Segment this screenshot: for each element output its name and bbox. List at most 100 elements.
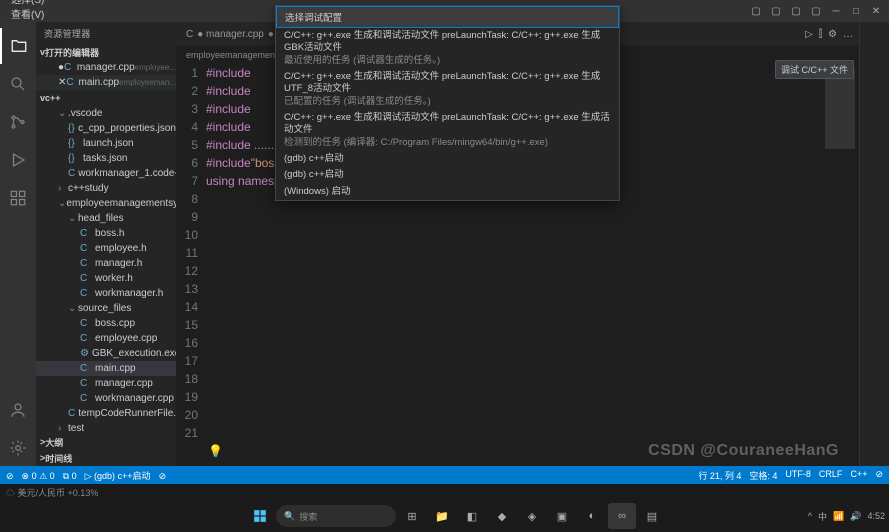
- file-item[interactable]: Cmanager.h: [36, 256, 176, 271]
- status-item[interactable]: ⧉ 0: [63, 471, 77, 481]
- layout-right-icon[interactable]: ▢: [789, 4, 803, 18]
- open-editors-header[interactable]: v 打开的编辑器: [36, 44, 176, 60]
- vscode-app-icon[interactable]: ∞: [608, 503, 636, 529]
- folder-item[interactable]: ›c++study: [36, 181, 176, 196]
- status-item[interactable]: CRLF: [819, 469, 843, 482]
- gear-icon[interactable]: [0, 430, 36, 466]
- file-item[interactable]: {}c_cpp_properties.json: [36, 121, 176, 136]
- workspace-root[interactable]: v c++: [36, 90, 176, 106]
- file-item[interactable]: Cworkmanager.cpp: [36, 391, 176, 406]
- file-item[interactable]: {}tasks.json: [36, 151, 176, 166]
- picker-option[interactable]: (Windows) 启动: [276, 184, 619, 200]
- min-icon[interactable]: ─: [829, 4, 843, 18]
- app-icon[interactable]: ◆: [488, 503, 516, 529]
- code-line[interactable]: [206, 298, 859, 316]
- minimap[interactable]: [819, 64, 859, 466]
- scm-icon[interactable]: [0, 104, 36, 140]
- search-icon[interactable]: [0, 66, 36, 102]
- picker-option[interactable]: C/C++: g++.exe 生成和调试活动文件 preLaunchTask: …: [276, 69, 619, 110]
- code-line[interactable]: [206, 262, 859, 280]
- wifi-icon[interactable]: 📶: [833, 511, 844, 522]
- task-view-icon[interactable]: ⊞: [398, 503, 426, 529]
- debug-icon[interactable]: [0, 142, 36, 178]
- app-icon[interactable]: ▤: [638, 503, 666, 529]
- split-icon[interactable]: ⫿: [819, 29, 822, 40]
- folder-item[interactable]: ›test: [36, 421, 176, 434]
- app-icon[interactable]: ◐: [578, 503, 606, 529]
- outline-section[interactable]: > 大纲: [36, 434, 176, 450]
- code-line[interactable]: [206, 406, 859, 424]
- status-item[interactable]: 空格: 4: [749, 469, 777, 482]
- gear-icon[interactable]: ⚙: [828, 29, 837, 40]
- account-icon[interactable]: [0, 392, 36, 428]
- file-item[interactable]: Cboss.cpp: [36, 316, 176, 331]
- file-item[interactable]: ⚙GBK_execution.exe: [36, 346, 176, 361]
- extensions-icon[interactable]: [0, 180, 36, 216]
- picker-option[interactable]: C/C++: g++.exe 生成和调试活动文件 preLaunchTask: …: [276, 28, 619, 69]
- file-item[interactable]: Cmain.cpp: [36, 361, 176, 376]
- code-line[interactable]: [206, 244, 859, 262]
- folder-item[interactable]: ⌄employeemanagementsystem: [36, 196, 176, 211]
- file-item[interactable]: Cemployee.cpp: [36, 331, 176, 346]
- file-item[interactable]: CtempCodeRunnerFile.cpp: [36, 406, 176, 421]
- weather-widget[interactable]: ☁ 美元/人民币 +0.13%: [6, 486, 98, 499]
- file-item[interactable]: {}launch.json: [36, 136, 176, 151]
- tray-chevron-icon[interactable]: ^: [808, 511, 812, 521]
- file-item[interactable]: Cworkmanager_1.code-work...: [36, 166, 176, 181]
- status-item[interactable]: C++: [850, 469, 867, 482]
- system-tray[interactable]: ^ 中 📶 🔊 4:52: [808, 510, 885, 523]
- max-icon[interactable]: □: [849, 4, 863, 18]
- customize-icon[interactable]: ▢: [809, 4, 823, 18]
- editor-tab[interactable]: C ● manager.cpp ●: [176, 22, 285, 46]
- open-editor-item[interactable]: ● Cmanager.cpp employee...: [36, 60, 176, 75]
- file-item[interactable]: Cmanager.cpp: [36, 376, 176, 391]
- folder-item[interactable]: ⌄source_files: [36, 301, 176, 316]
- status-item[interactable]: ⊘: [875, 469, 883, 482]
- file-item[interactable]: Cworker.h: [36, 271, 176, 286]
- open-editor-item[interactable]: ✕ Cmain.cpp employeeman...: [36, 75, 176, 90]
- explorer-app-icon[interactable]: 📁: [428, 503, 456, 529]
- clock[interactable]: 4:52: [867, 511, 885, 521]
- picker-option[interactable]: C/C++: g++.exe 生成和调试活动文件 preLaunchTask: …: [276, 110, 619, 151]
- app-icon[interactable]: ▣: [548, 503, 576, 529]
- taskbar-search[interactable]: 🔍 搜索: [276, 505, 396, 527]
- file-item[interactable]: Cemployee.h: [36, 241, 176, 256]
- status-item[interactable]: 行 21, 列 4: [698, 469, 741, 482]
- status-item[interactable]: ⊘: [159, 471, 167, 481]
- lightbulb-icon[interactable]: 💡: [208, 442, 223, 460]
- code-line[interactable]: [206, 352, 859, 370]
- volume-icon[interactable]: 🔊: [850, 511, 861, 522]
- code-line[interactable]: [206, 316, 859, 334]
- file-item[interactable]: Cboss.h: [36, 226, 176, 241]
- more-icon[interactable]: …: [843, 29, 853, 40]
- file-item[interactable]: Cworkmanager.h: [36, 286, 176, 301]
- app-icon[interactable]: ◈: [518, 503, 546, 529]
- code-line[interactable]: [206, 388, 859, 406]
- close-icon[interactable]: ✕: [869, 4, 883, 18]
- folder-item[interactable]: ⌄.vscode: [36, 106, 176, 121]
- explorer-icon[interactable]: [0, 28, 36, 64]
- picker-option[interactable]: (gdb) c++启动: [276, 151, 619, 167]
- status-item[interactable]: ▷ (gdb) c++启动: [85, 471, 151, 481]
- code-line[interactable]: [206, 208, 859, 226]
- app-icon[interactable]: ◧: [458, 503, 486, 529]
- run-icon[interactable]: ▷: [805, 29, 813, 40]
- code-line[interactable]: [206, 424, 859, 442]
- code-line[interactable]: [206, 280, 859, 298]
- code-line[interactable]: [206, 334, 859, 352]
- status-item[interactable]: ⊗ 0 ⚠ 0: [22, 471, 55, 481]
- timeline-section[interactable]: > 时间线: [36, 450, 176, 466]
- menu-item[interactable]: 查看(V): [6, 6, 50, 21]
- layout-left-icon[interactable]: ▢: [749, 4, 763, 18]
- code-line[interactable]: [206, 226, 859, 244]
- ime-icon[interactable]: 中: [818, 510, 827, 523]
- start-icon[interactable]: [246, 503, 274, 529]
- layout-bottom-icon[interactable]: ▢: [769, 4, 783, 18]
- picker-input[interactable]: 选择调试配置: [276, 6, 619, 28]
- status-item[interactable]: UTF-8: [785, 469, 811, 482]
- code-line[interactable]: [206, 370, 859, 388]
- status-item[interactable]: ⊘: [6, 471, 14, 481]
- folder-item[interactable]: ⌄head_files: [36, 211, 176, 226]
- debug-file-button[interactable]: 调试 C/C++ 文件: [775, 60, 854, 79]
- picker-option[interactable]: (gdb) c++启动: [276, 167, 619, 183]
